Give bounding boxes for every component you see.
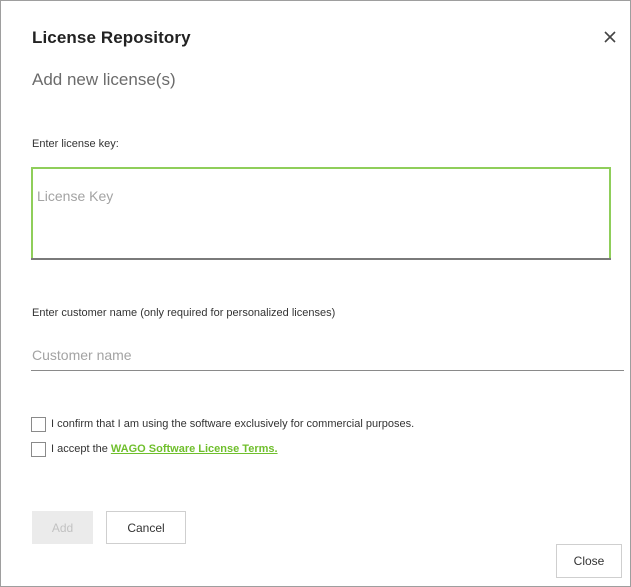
customer-name-input[interactable] (31, 342, 625, 368)
customer-name-label: Enter customer name (only required for p… (32, 307, 336, 319)
license-key-label: Enter license key: (32, 138, 119, 150)
license-key-field[interactable] (31, 167, 611, 260)
dialog-title: License Repository (32, 28, 191, 47)
add-button[interactable]: Add (32, 511, 93, 544)
cancel-button[interactable]: Cancel (106, 511, 186, 544)
accept-terms-label: I accept the (51, 443, 108, 455)
license-key-input[interactable] (33, 169, 609, 258)
dialog-subtitle: Add new license(s) (32, 70, 176, 89)
accept-terms-checkbox[interactable] (31, 441, 46, 457)
close-button[interactable]: Close (556, 544, 622, 578)
commercial-use-row: I confirm that I am using the software e… (31, 416, 414, 432)
license-key-underline (31, 258, 611, 260)
accept-terms-row: I accept the WAGO Software License Terms… (31, 441, 278, 457)
commercial-use-checkbox[interactable] (31, 416, 46, 432)
license-terms-link[interactable]: WAGO Software License Terms. (111, 443, 278, 455)
customer-name-field[interactable] (31, 342, 625, 371)
commercial-use-label: I confirm that I am using the software e… (51, 418, 415, 430)
close-icon[interactable] (602, 29, 618, 45)
license-repository-dialog: License Repository Add new license(s) En… (0, 0, 631, 587)
